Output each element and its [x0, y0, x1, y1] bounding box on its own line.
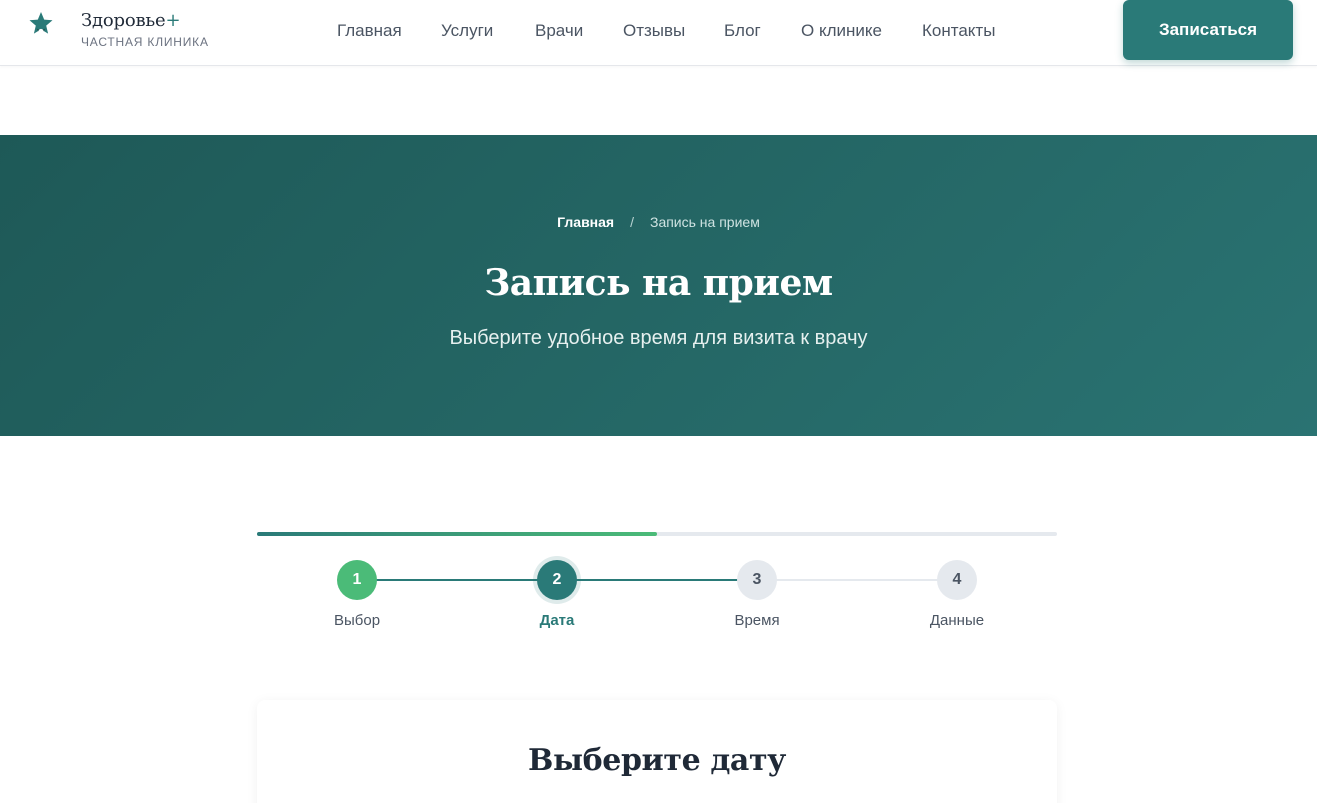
- step-details[interactable]: 4 Данные: [857, 560, 1057, 630]
- nav-about[interactable]: О клинике: [801, 20, 882, 42]
- nav-doctors[interactable]: Врачи: [535, 20, 583, 42]
- step-number: 4: [937, 560, 977, 600]
- step-time[interactable]: 3 Время: [657, 560, 857, 630]
- step-label: Время: [734, 612, 780, 629]
- step-date[interactable]: 2 Дата: [457, 560, 657, 630]
- book-appointment-button[interactable]: Записаться: [1123, 0, 1293, 60]
- card-title: Выберите дату: [528, 743, 786, 778]
- nav-services[interactable]: Услуги: [441, 20, 493, 42]
- step-number: 3: [737, 560, 777, 600]
- nav-reviews[interactable]: Отзывы: [623, 20, 685, 42]
- breadcrumb-home[interactable]: Главная: [557, 214, 614, 230]
- step-label: Выбор: [333, 612, 381, 629]
- main-nav: Главная Услуги Врачи Отзывы Блог О клини…: [0, 20, 1317, 42]
- progress-fill: [257, 532, 657, 536]
- page-subtitle: Выберите удобное время для визита к врач…: [449, 327, 868, 349]
- breadcrumb-separator: /: [630, 214, 634, 230]
- site-header: Здоровье+ ЧАСТНАЯ КЛИНИКА Главная Услуги…: [0, 0, 1317, 66]
- step-label: Данные: [929, 612, 985, 629]
- breadcrumb-current: Запись на прием: [649, 214, 760, 230]
- step-number: 1: [337, 560, 377, 600]
- hero-banner: Главная / Запись на прием Запись на прием …: [0, 135, 1317, 436]
- date-selection-card: Выберите дату: [257, 700, 1057, 803]
- step-number: 2: [537, 560, 577, 600]
- page-title: Запись на прием: [484, 262, 833, 304]
- nav-contacts[interactable]: Контакты: [922, 20, 995, 42]
- progress-track: [257, 532, 1057, 536]
- step-choice[interactable]: 1 Выбор: [257, 560, 457, 630]
- nav-home[interactable]: Главная: [337, 20, 402, 42]
- breadcrumb: Главная / Запись на прием: [0, 213, 1317, 231]
- booking-steps: 1 Выбор 2 Дата 3 Время 4 Данные: [257, 560, 1057, 640]
- step-label: Дата: [539, 612, 575, 629]
- nav-blog[interactable]: Блог: [724, 20, 761, 42]
